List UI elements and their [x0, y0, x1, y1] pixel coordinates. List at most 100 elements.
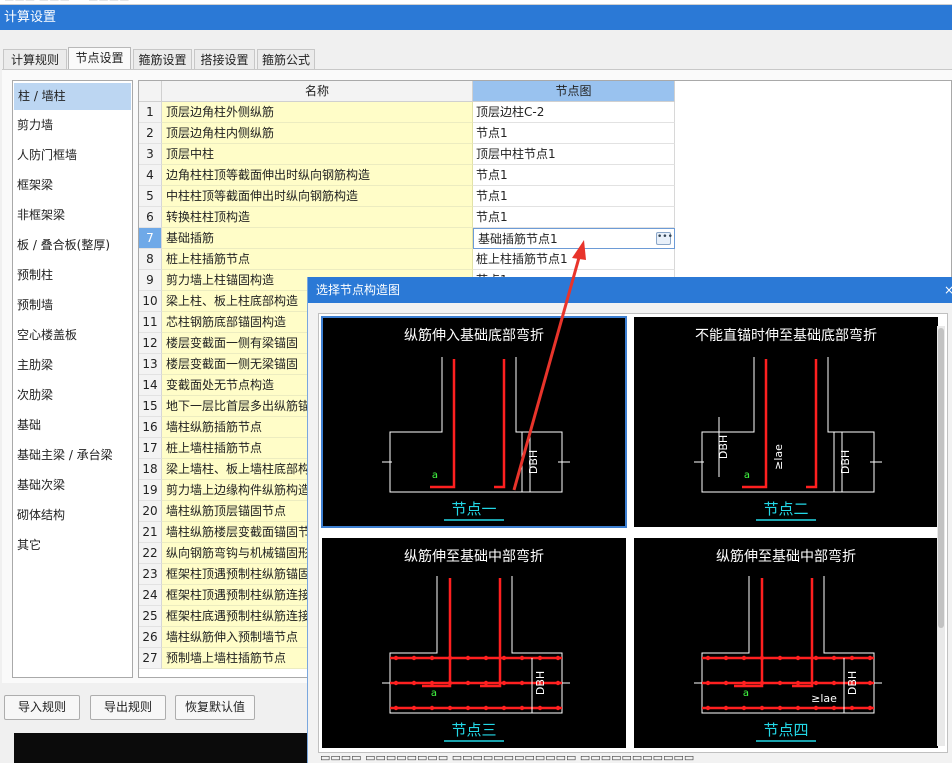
row-number: 26 [139, 627, 162, 648]
row-name: 中柱柱顶等截面伸出时纵向钢筋构造 [162, 186, 473, 207]
rebar-dot [429, 705, 435, 711]
rebar-dot [741, 680, 747, 686]
rebar-dot [429, 655, 435, 661]
sidebar-item[interactable]: 剪力墙 [13, 110, 132, 140]
gallery-scrollbar[interactable] [937, 326, 945, 746]
row-number: 17 [139, 438, 162, 459]
row-node[interactable]: 节点1 [473, 207, 675, 228]
rebar-dot [411, 705, 417, 711]
rebar-dot [795, 655, 801, 661]
row-number: 4 [139, 165, 162, 186]
dim-label-dbh: DBH [534, 671, 547, 695]
export-rules-button[interactable]: 导出规则 [90, 695, 166, 720]
sidebar-item[interactable]: 基础 [13, 410, 132, 440]
sidebar-item[interactable]: 次肋梁 [13, 380, 132, 410]
node-editor-cell[interactable]: 基础插筋节点1 ••• [473, 228, 675, 249]
node-caption: 不能直锚时伸至基础底部弯折 [695, 327, 877, 344]
sidebar-item[interactable]: 主肋梁 [13, 350, 132, 380]
scrollbar-thumb[interactable] [938, 328, 944, 628]
tab-3[interactable]: 搭接设置 [194, 49, 255, 71]
select-node-dialog: 选择节点构造图 × 纵筋伸入基础底部弯折 节点一 DBH a 不能直锚时伸至基础底部弯… [307, 277, 952, 763]
component-type-list: 柱 / 墙柱 剪力墙 人防门框墙 框架梁 非框架梁板 / 叠合板(整厚) 预制柱 预制墙 空心… [12, 80, 133, 678]
row-number: 9 [139, 270, 162, 291]
table-row[interactable]: 8 桩上柱插筋节点 桩上柱插筋节点1 [139, 249, 951, 270]
rebar-dot [741, 705, 747, 711]
table-row[interactable]: 3 顶层中柱 顶层中柱节点1 [139, 144, 951, 165]
dim-mark-a: a [432, 470, 438, 481]
tab-0[interactable]: 计算规则 [3, 49, 67, 71]
sidebar-item[interactable]: 框架梁 [13, 170, 132, 200]
rebar-dot [501, 655, 507, 661]
dim-mark-a: a [743, 688, 749, 699]
sidebar-item[interactable]: 板 / 叠合板(整厚) [13, 230, 132, 260]
tab-bar: 计算规则 节点设置 箍筋设置 搭接设置 箍筋公式 [0, 47, 952, 72]
table-row[interactable]: 6 转换柱柱顶构造 节点1 [139, 207, 951, 228]
rebar-dot [705, 680, 711, 686]
sidebar-item[interactable]: 人防门框墙 [13, 140, 132, 170]
row-name: 转换柱柱顶构造 [162, 207, 473, 228]
header-node[interactable]: 节点图 [473, 81, 675, 102]
sidebar-item[interactable]: 砌体结构 [13, 500, 132, 530]
row-number: 25 [139, 606, 162, 627]
sidebar-item[interactable]: 柱 / 墙柱 [14, 83, 131, 110]
table-row[interactable]: 7 基础插筋 基础插筋节点1 ••• [139, 228, 951, 249]
row-node[interactable]: 顶层中柱节点1 [473, 144, 675, 165]
tab-2[interactable]: 箍筋设置 [133, 49, 192, 71]
row-node[interactable]: 桩上柱插筋节点1 [473, 249, 675, 270]
sidebar-item[interactable]: 预制柱 [13, 260, 132, 290]
row-node[interactable]: 节点1 [473, 123, 675, 144]
ellipsis-button[interactable]: ••• [656, 232, 673, 245]
rebar-dot [519, 680, 525, 686]
node-panel-2[interactable]: 不能直锚时伸至基础底部弯折 节点二 DBH a ≥lae DBH [634, 317, 938, 527]
rebar-dot [555, 655, 561, 661]
node-panel-3[interactable]: 纵筋伸至基础中部弯折 节点三 DBH a [322, 538, 626, 748]
row-name: 桩上柱插筋节点 [162, 249, 473, 270]
window-title: 计算设置 [4, 10, 57, 25]
rebar-dot [465, 705, 471, 711]
node-panel-4[interactable]: 纵筋伸至基础中部弯折 节点四 DBH a ≥lae [634, 538, 938, 748]
node-panel-1[interactable]: 纵筋伸入基础底部弯折 节点一 DBH a [321, 316, 627, 528]
node-gallery: 纵筋伸入基础底部弯折 节点一 DBH a 不能直锚时伸至基础底部弯折 节点二 DBH a ≥l… [318, 313, 948, 753]
table-row[interactable]: 2 顶层边角柱内侧纵筋 节点1 [139, 123, 951, 144]
row-node[interactable]: 节点1 [473, 165, 675, 186]
row-number: 3 [139, 144, 162, 165]
rebar-dot [867, 655, 873, 661]
restore-default-button[interactable]: 恢复默认值 [175, 695, 255, 720]
import-rules-button[interactable]: 导入规则 [4, 695, 80, 720]
sidebar-item[interactable]: 基础主梁 / 承台梁 [13, 440, 132, 470]
row-node[interactable]: 顶层边柱C-2 [473, 102, 675, 123]
sidebar-item[interactable]: 空心楼盖板 [13, 320, 132, 350]
dim-label-dbh: DBH [527, 450, 540, 474]
dim-mark-a: a [744, 470, 750, 481]
rebar-dot [813, 705, 819, 711]
row-node-text: 节点1 [476, 189, 508, 203]
rebar-dot [519, 655, 525, 661]
row-node-text: 顶层边柱C-2 [476, 105, 545, 119]
table-row[interactable]: 1 顶层边角柱外侧纵筋 顶层边柱C-2 [139, 102, 951, 123]
rebar-dot [393, 655, 399, 661]
sidebar-item[interactable]: 预制墙 [13, 290, 132, 320]
node-caption: 纵筋伸至基础中部弯折 [716, 548, 856, 565]
table-row[interactable]: 4 边角柱柱顶等截面伸出时纵向钢筋构造 节点1 [139, 165, 951, 186]
row-node-text: 基础插筋节点1 [478, 232, 558, 246]
rebar-dot [849, 655, 855, 661]
row-number: 27 [139, 648, 162, 669]
row-node-text: 节点1 [476, 168, 508, 182]
header-name[interactable]: 名称 [162, 81, 473, 102]
node-diagram: 纵筋伸至基础中部弯折节点四 DBH a ≥lae [694, 548, 882, 742]
rebar-dot [501, 680, 507, 686]
row-node[interactable]: 节点1 [473, 186, 675, 207]
row-name: 顶层边角柱外侧纵筋 [162, 102, 473, 123]
row-number: 11 [139, 312, 162, 333]
table-row[interactable]: 5 中柱柱顶等截面伸出时纵向钢筋构造 节点1 [139, 186, 951, 207]
rebar-line [422, 578, 452, 688]
rebar-dot [555, 680, 561, 686]
close-icon[interactable]: × [944, 277, 952, 303]
sidebar-item[interactable]: 非框架梁 [13, 200, 132, 230]
sidebar-item[interactable]: 其它 [13, 530, 132, 560]
tab-4[interactable]: 箍筋公式 [257, 49, 315, 71]
sidebar-item[interactable]: 基础次梁 [13, 470, 132, 500]
row-number: 8 [139, 249, 162, 270]
row-number: 19 [139, 480, 162, 501]
row-number: 20 [139, 501, 162, 522]
